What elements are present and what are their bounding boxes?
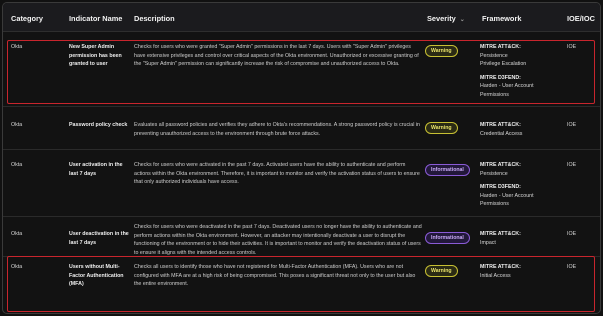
- severity-badge: Informational: [425, 164, 470, 176]
- framework-title: MITRE D3FEND:: [480, 74, 521, 81]
- framework-cell: MITRE ATT&CK: Initial Access: [480, 263, 554, 280]
- category-cell: Okta: [11, 231, 23, 237]
- severity-badge: Informational: [425, 232, 470, 244]
- header-ioe-ioc[interactable]: IOE/IOC: [567, 14, 595, 23]
- header-framework[interactable]: Framework: [482, 14, 521, 23]
- indicator-name: Users without Multi-Factor Authenticatio…: [69, 264, 124, 288]
- description-text: Checks for users who were granted "Super…: [134, 44, 419, 68]
- framework-title: MITRE ATT&CK:: [480, 264, 521, 270]
- framework-cell: MITRE ATT&CK: Credential Access: [480, 121, 554, 138]
- table-row[interactable]: Okta Users without Multi-Factor Authenti…: [3, 257, 600, 313]
- indicator-name: Password policy check: [69, 122, 128, 128]
- ioe-ioc-cell: IOE: [567, 231, 577, 237]
- category-cell: Okta: [11, 162, 23, 168]
- framework-title: MITRE ATT&CK:: [480, 122, 521, 128]
- table-row[interactable]: Okta New Super Admin permission has been…: [3, 32, 600, 107]
- framework-item: Persistence: [480, 170, 508, 177]
- table-row[interactable]: Okta Password policy check Evaluates all…: [3, 107, 600, 150]
- description-text: Evaluates all password policies and veri…: [134, 122, 421, 137]
- indicator-name: New Super Admin permission has been gran…: [69, 44, 122, 68]
- framework-item: Permissions: [480, 201, 509, 208]
- table-row[interactable]: Okta User deactivation in the last 7 day…: [3, 217, 600, 257]
- category-cell: Okta: [11, 44, 23, 50]
- framework-item: Persistence: [480, 52, 508, 59]
- framework-item: Initial Access: [480, 272, 511, 279]
- header-description[interactable]: Description: [134, 14, 175, 23]
- indicator-name: User activation in the last 7 days: [69, 162, 123, 177]
- table-header: Category Indicator Name Description Seve…: [3, 3, 600, 32]
- sort-chevron-icon[interactable]: ⌄: [460, 16, 465, 23]
- framework-item: Impact: [480, 239, 496, 246]
- description-text: Checks all users to identify those who h…: [134, 264, 416, 288]
- header-category[interactable]: Category: [11, 14, 43, 23]
- framework-cell: MITRE ATT&CK: Persistence Privilege Esca…: [480, 43, 554, 100]
- framework-item: Credential Access: [480, 130, 523, 137]
- framework-title: MITRE ATT&CK:: [480, 44, 521, 50]
- description-text: Checks for users who were deactivated in…: [134, 224, 422, 256]
- framework-title: MITRE D3FEND:: [480, 184, 521, 191]
- header-severity-wrap[interactable]: Severity ⌄: [427, 14, 465, 23]
- severity-badge: Warning: [425, 45, 458, 57]
- framework-title: MITRE ATT&CK:: [480, 231, 521, 237]
- table-row[interactable]: Okta User activation in the last 7 days …: [3, 150, 600, 217]
- ioe-ioc-cell: IOE: [567, 264, 577, 270]
- framework-item: Harden - User Account: [480, 192, 534, 199]
- framework-item: Privilege Escalation: [480, 61, 527, 68]
- header-severity[interactable]: Severity: [427, 14, 456, 23]
- framework-cell: MITRE ATT&CK: Impact: [480, 230, 554, 247]
- indicators-table: Category Indicator Name Description Seve…: [2, 2, 601, 314]
- severity-badge: Warning: [425, 265, 458, 277]
- framework-cell: MITRE ATT&CK: Persistence MITRE D3FEND: …: [480, 161, 554, 209]
- ioe-ioc-cell: IOE: [567, 44, 577, 50]
- ioe-ioc-cell: IOE: [567, 162, 577, 168]
- indicator-name: User deactivation in the last 7 days: [69, 231, 129, 246]
- header-indicator-name[interactable]: Indicator Name: [69, 14, 122, 23]
- framework-item: Harden - User Account: [480, 83, 534, 90]
- framework-item: Permissions: [480, 91, 509, 98]
- severity-badge: Warning: [425, 122, 458, 134]
- description-text: Checks for users who were activated in t…: [134, 162, 420, 186]
- category-cell: Okta: [11, 264, 23, 270]
- framework-title: MITRE ATT&CK:: [480, 162, 521, 168]
- ioe-ioc-cell: IOE: [567, 122, 577, 128]
- category-cell: Okta: [11, 122, 23, 128]
